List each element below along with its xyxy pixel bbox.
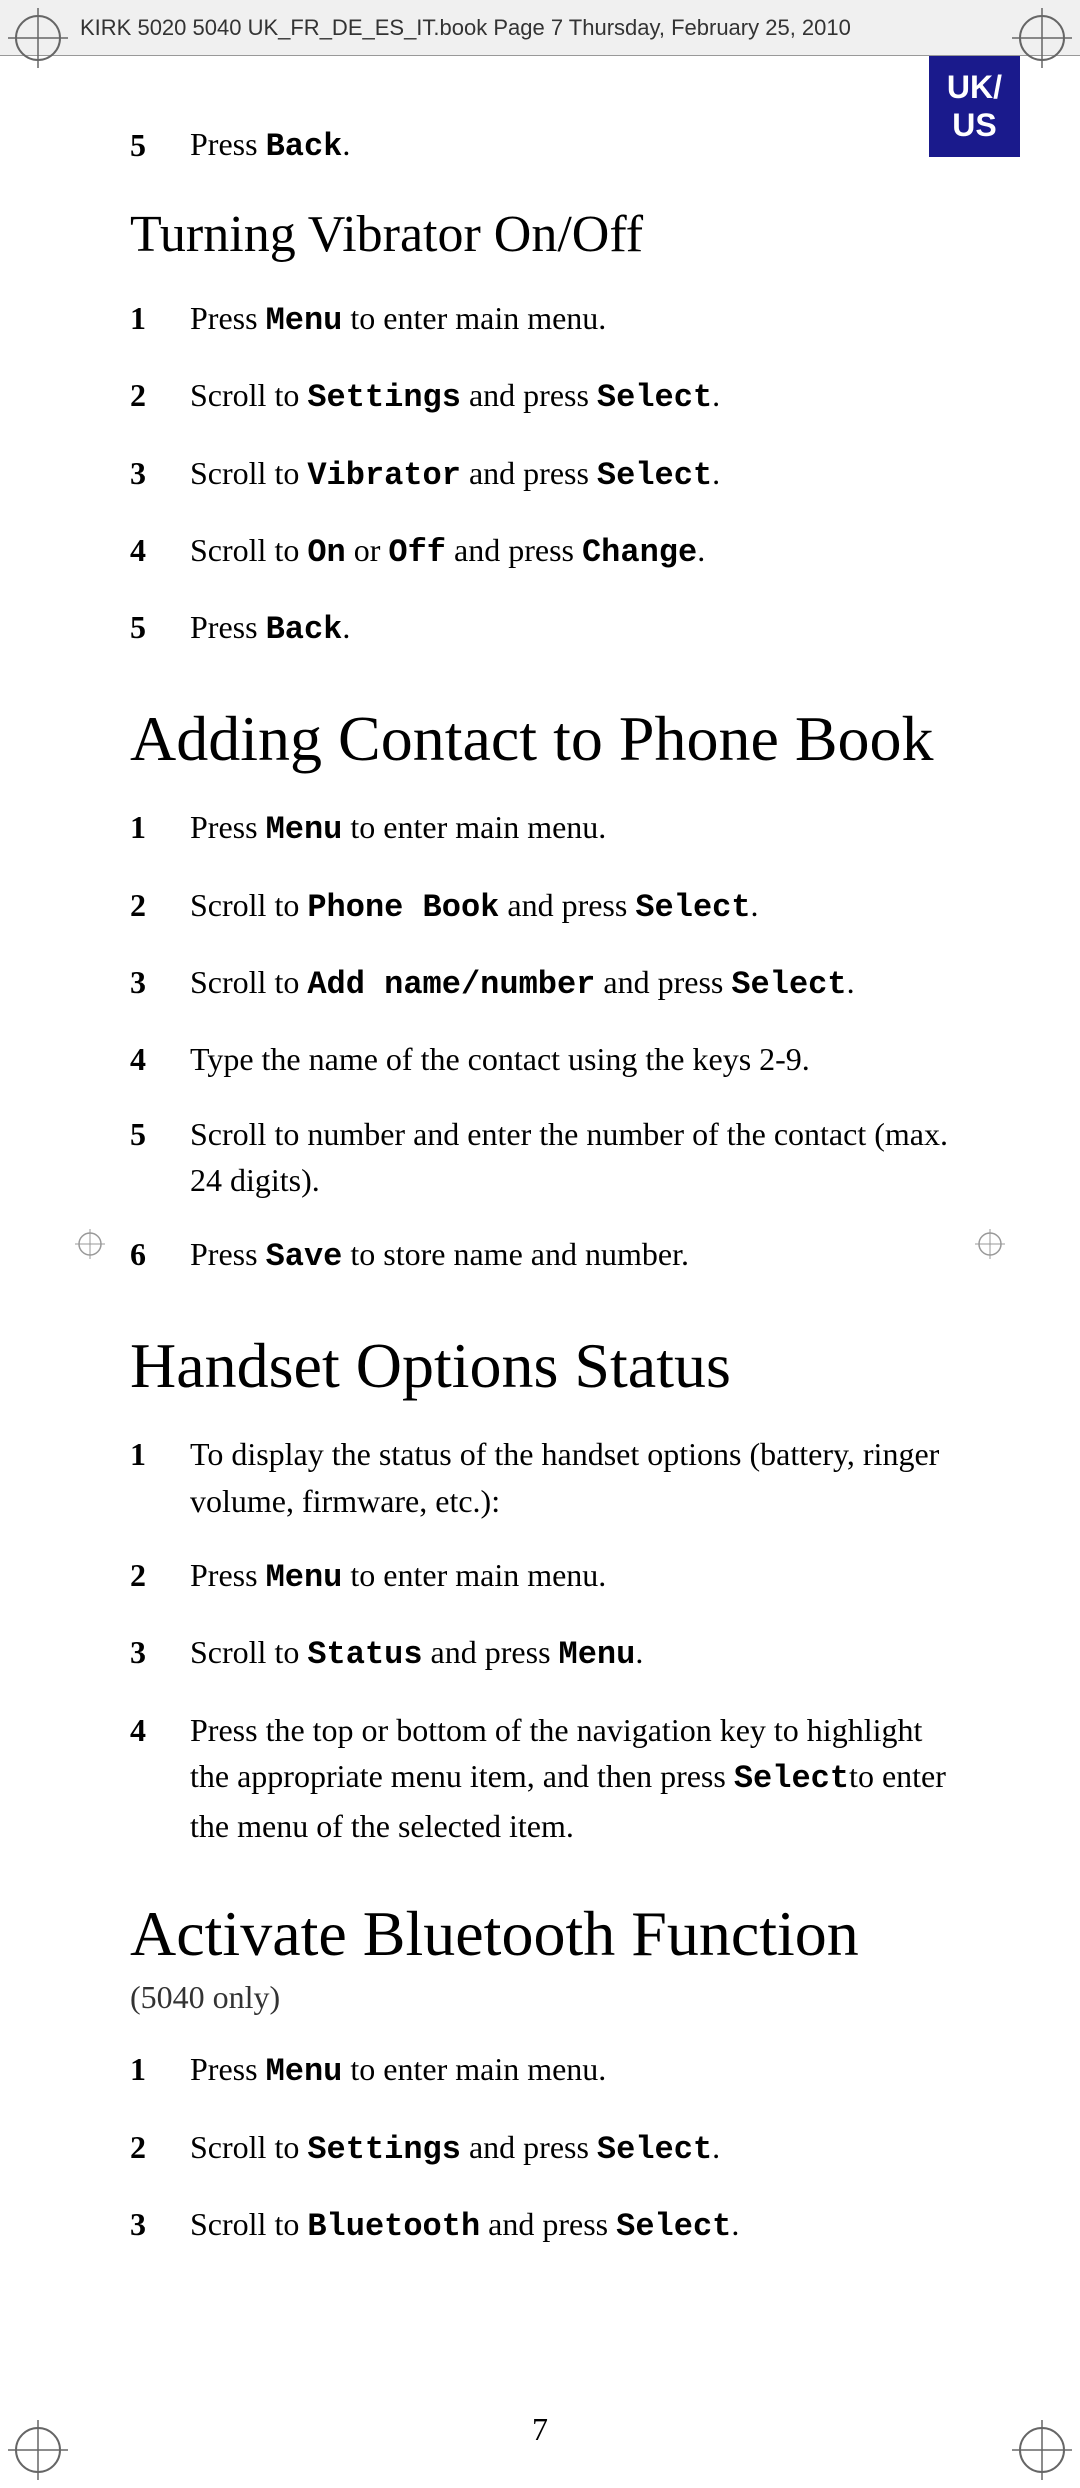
- step-num: 2: [130, 1552, 190, 1598]
- step-text: Press Menu to enter main menu.: [190, 1552, 950, 1601]
- list-item: 1 To display the status of the handset o…: [130, 1431, 950, 1524]
- crosshair-bottom-right: [1012, 2420, 1072, 2480]
- step-num: 1: [130, 2046, 190, 2092]
- ui-element: Select: [635, 889, 750, 926]
- ui-element: Select: [597, 379, 712, 416]
- ui-element: Select: [731, 966, 846, 1003]
- list-item: 5 Scroll to number and enter the number …: [130, 1111, 950, 1204]
- list-item: 2 Scroll to Phone Book and press Select.: [130, 882, 950, 931]
- step-num: 1: [130, 295, 190, 341]
- step-text: Scroll to Status and press Menu.: [190, 1629, 950, 1678]
- bluetooth-subtitle: (5040 only): [130, 1979, 950, 2016]
- bluetooth-steps: 1 Press Menu to enter main menu. 2 Scrol…: [130, 2046, 950, 2250]
- step-num: 3: [130, 959, 190, 1005]
- crosshair-bottom-left: [8, 2420, 68, 2480]
- step-text: Scroll to Bluetooth and press Select.: [190, 2201, 950, 2250]
- step-num: 2: [130, 882, 190, 928]
- list-item: 4 Type the name of the contact using the…: [130, 1036, 950, 1082]
- step-text: Scroll to Settings and press Select.: [190, 372, 950, 421]
- handset-options-title: Handset Options Status: [130, 1331, 950, 1401]
- ui-element: Vibrator: [307, 457, 461, 494]
- step-num: 2: [130, 2124, 190, 2170]
- step-text: Press Menu to enter main menu.: [190, 2046, 950, 2095]
- ui-element: Back: [266, 611, 343, 648]
- step-num: 6: [130, 1231, 190, 1277]
- ui-element: Change: [582, 534, 697, 571]
- page-number: 7: [532, 2411, 548, 2448]
- step-text: Scroll to Add name/number and press Sele…: [190, 959, 950, 1008]
- step-text: Scroll to Settings and press Select.: [190, 2124, 950, 2173]
- step-num: 4: [130, 1707, 190, 1753]
- adding-contact-title: Adding Contact to Phone Book: [130, 704, 950, 774]
- list-item: 3 Scroll to Status and press Menu.: [130, 1629, 950, 1678]
- list-item: 1 Press Menu to enter main menu.: [130, 295, 950, 344]
- step-text: Scroll to number and enter the number of…: [190, 1111, 950, 1204]
- list-item: 5 Press Back.: [130, 604, 950, 653]
- ui-element: Add name/number: [307, 966, 595, 1003]
- ui-element: Select: [616, 2208, 731, 2245]
- ui-element: Menu: [266, 2053, 343, 2090]
- step-text: Scroll to Vibrator and press Select.: [190, 450, 950, 499]
- step-text: Type the name of the contact using the k…: [190, 1036, 950, 1082]
- ui-element: Off: [388, 534, 446, 571]
- ui-element: Status: [307, 1636, 422, 1673]
- list-item: 2 Scroll to Settings and press Select.: [130, 2124, 950, 2173]
- list-item: 1 Press Menu to enter main menu.: [130, 804, 950, 853]
- step-num: 5: [130, 604, 190, 650]
- ui-element: Settings: [307, 379, 461, 416]
- handset-options-steps: 1 To display the status of the handset o…: [130, 1431, 950, 1849]
- ui-element: Menu: [266, 811, 343, 848]
- adding-contact-steps: 1 Press Menu to enter main menu. 2 Scrol…: [130, 804, 950, 1281]
- list-item: 4 Scroll to On or Off and press Change.: [130, 527, 950, 576]
- step-num: 3: [130, 450, 190, 496]
- step-5-num: 5: [130, 127, 190, 164]
- list-item: 3 Scroll to Bluetooth and press Select.: [130, 2201, 950, 2250]
- list-item: 2 Scroll to Settings and press Select.: [130, 372, 950, 421]
- step-text: Press Save to store name and number.: [190, 1231, 950, 1280]
- list-item: 3 Scroll to Add name/number and press Se…: [130, 959, 950, 1008]
- vibrator-title: Turning Vibrator On/Off: [130, 205, 950, 265]
- step-num: 4: [130, 527, 190, 573]
- ui-element: Menu: [559, 1636, 636, 1673]
- ui-element: On: [307, 534, 345, 571]
- step-num: 3: [130, 1629, 190, 1675]
- step-num: 4: [130, 1036, 190, 1082]
- step-num: 1: [130, 1431, 190, 1477]
- step-text: Press Menu to enter main menu.: [190, 804, 950, 853]
- ui-element: Menu: [266, 1559, 343, 1596]
- header-text: KIRK 5020 5040 UK_FR_DE_ES_IT.book Page …: [80, 15, 851, 41]
- step-num: 1: [130, 804, 190, 850]
- ui-element: Select: [597, 2131, 712, 2168]
- step-text: To display the status of the handset opt…: [190, 1431, 950, 1524]
- step-text: Scroll to On or Off and press Change.: [190, 527, 950, 576]
- header-bar: KIRK 5020 5040 UK_FR_DE_ES_IT.book Page …: [0, 0, 1080, 56]
- step-num: 3: [130, 2201, 190, 2247]
- step-text: Press Back.: [190, 604, 950, 653]
- vibrator-steps: 1 Press Menu to enter main menu. 2 Scrol…: [130, 295, 950, 654]
- ui-element: Bluetooth: [307, 2208, 480, 2245]
- ui-element: Phone Book: [307, 889, 499, 926]
- list-item: 3 Scroll to Vibrator and press Select.: [130, 450, 950, 499]
- step-num: 2: [130, 372, 190, 418]
- bluetooth-title: Activate Bluetooth Function: [130, 1899, 950, 1969]
- list-item: 6 Press Save to store name and number.: [130, 1231, 950, 1280]
- step-5-text: Press Back.: [190, 126, 350, 165]
- ui-element: Select: [597, 457, 712, 494]
- ui-element: Settings: [307, 2131, 461, 2168]
- ui-element: Select: [734, 1760, 849, 1797]
- step-text: Scroll to Phone Book and press Select.: [190, 882, 950, 931]
- step-text: Press Menu to enter main menu.: [190, 295, 950, 344]
- list-item: 2 Press Menu to enter main menu.: [130, 1552, 950, 1601]
- step-num: 5: [130, 1111, 190, 1157]
- step-5-bold: Back: [266, 128, 343, 165]
- list-item: 1 Press Menu to enter main menu.: [130, 2046, 950, 2095]
- ui-element: Menu: [266, 302, 343, 339]
- step-text: Press the top or bottom of the navigatio…: [190, 1707, 950, 1849]
- list-item: 4 Press the top or bottom of the navigat…: [130, 1707, 950, 1849]
- top-step-5: 5 Press Back.: [130, 126, 950, 165]
- main-content: 5 Press Back. Turning Vibrator On/Off 1 …: [0, 56, 1080, 2359]
- ui-element: Save: [266, 1238, 343, 1275]
